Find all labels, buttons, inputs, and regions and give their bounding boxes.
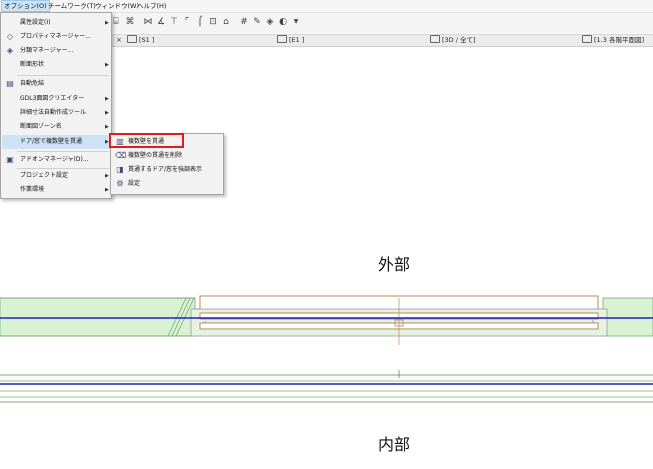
curve-tool-icon[interactable]: ⌠ <box>194 16 206 28</box>
menu-item-label: 貫通するドア/窓を強調表示 <box>128 166 203 173</box>
tab-3d[interactable]: [3D / 全て] <box>430 35 476 46</box>
menu-item-label: ドア/窓で複数壁を貫通 <box>20 138 83 145</box>
menu-item-gdl-creator[interactable]: GDL3面図クリエイター ▶ <box>2 92 110 106</box>
submenu-arrow-icon: ▶ <box>105 187 109 193</box>
angle-tool-icon[interactable]: ∡ <box>155 16 167 28</box>
toolbar: ⌸ ⌘ ⋈ ∡ ⊤ ⌜ ⌠ ⊡ ⌂ # ✎ ◈ ◐ ▼ <box>110 13 653 33</box>
box-tool-icon[interactable]: ⊡ <box>207 16 219 28</box>
settings-gear-icon: ⚙ <box>116 179 124 188</box>
hash-tool-icon[interactable]: # <box>238 16 250 28</box>
tab-label: [1.3 各階平面図] <box>594 36 644 44</box>
submenu-arrow-icon: ▶ <box>105 124 109 130</box>
section-icon <box>127 35 137 43</box>
lower-wall[interactable] <box>0 370 653 403</box>
floor-plan-icon <box>582 35 592 43</box>
elevation-icon <box>277 35 287 43</box>
corner-tool-icon[interactable]: ⌜ <box>181 16 193 28</box>
menu-item-label: GDL3面図クリエイター <box>20 95 85 102</box>
menu-item-project-settings[interactable]: プロジェクト設定 ▶ <box>2 169 110 183</box>
pen-tool-icon[interactable]: ✎ <box>251 16 263 28</box>
menu-teamwork[interactable]: チームワーク(T) <box>46 0 98 12</box>
menu-separator <box>17 75 109 76</box>
menu-item-label: 自動危結 <box>20 80 45 87</box>
auto-connect-icon: ▤ <box>6 79 14 88</box>
exterior-label: 外部 <box>378 255 411 274</box>
tab-s1[interactable]: [S1 ] <box>127 35 154 46</box>
tab-label: [S1 ] <box>139 36 155 44</box>
tab-floor-plan[interactable]: [1.3 各階平面図] <box>582 35 644 46</box>
submenu-arrow-icon: ▶ <box>105 110 109 116</box>
menu-item-label: アドオンマネージャ(D)... <box>20 156 89 163</box>
menu-item-attribute-settings[interactable]: 属性設定(I) ▶ <box>2 16 110 30</box>
menu-item-door-window-pierce[interactable]: ドア/窓で複数壁を貫通 ▶ <box>2 135 110 149</box>
menu-item-label: プロパティマネージャー... <box>20 33 91 40</box>
close-tab-icon[interactable]: × <box>116 35 122 46</box>
menu-item-label: 断面形状 <box>20 61 45 68</box>
menu-item-label: プロジェクト設定 <box>20 172 69 179</box>
menu-item-work-environment[interactable]: 作業環境 ▶ <box>2 183 110 197</box>
menu-item-section-zone-name[interactable]: 断面図ゾーン名 ▶ <box>2 120 110 134</box>
submenu-arrow-icon: ▶ <box>105 62 109 68</box>
menu-item-highlight-doors[interactable]: ◨ 貫通するドア/窓を強調表示 <box>112 163 222 177</box>
menu-item-remove-pierce[interactable]: ⌫ 複数壁の貫通を削除 <box>112 149 222 163</box>
menu-options[interactable]: オプション(O) <box>1 0 50 12</box>
submenu-arrow-icon: ▶ <box>105 96 109 102</box>
tag-icon: ◇ <box>6 32 14 41</box>
highlight-box <box>109 133 184 148</box>
tab-label: [E1 ] <box>289 36 305 44</box>
menu-item-label: 属性設定(I) <box>20 19 51 26</box>
highlight-icon: ◨ <box>116 165 124 174</box>
menu-item-auto-connect[interactable]: ▤ 自動危結 <box>2 77 110 91</box>
options-menu: 属性設定(I) ▶ ◇ プロパティマネージャー... ◈ 分類マネージャー...… <box>0 12 112 199</box>
menu-item-label: 作業環境 <box>20 186 45 193</box>
menu-item-auto-dimension-tool[interactable]: 詳細寸法自動作成ツール ▶ <box>2 106 110 120</box>
menu-separator <box>17 151 109 152</box>
render-tool-icon[interactable]: ◐ <box>277 16 289 28</box>
classification-icon: ◈ <box>6 46 14 55</box>
menu-item-settings[interactable]: ⚙ 設定 <box>112 177 222 191</box>
trim-tool-icon[interactable]: ⊤ <box>168 16 180 28</box>
shape-tool-icon[interactable]: ◈ <box>264 16 276 28</box>
addon-icon: ▣ <box>6 155 14 164</box>
menu-window[interactable]: ウィンドウ(W) <box>93 0 141 12</box>
menu-item-label: 設定 <box>128 180 141 187</box>
tab-e1[interactable]: [E1 ] <box>277 35 304 46</box>
submenu-arrow-icon: ▶ <box>105 20 109 26</box>
3d-view-icon <box>430 35 440 43</box>
cross-tool-icon[interactable]: ⌘ <box>124 16 136 28</box>
menu-help[interactable]: ヘルプ(H) <box>135 0 168 12</box>
menu-item-label: 分類マネージャー... <box>20 47 74 54</box>
tab-label: [3D / 全て] <box>442 36 476 44</box>
menu-item-label: 詳細寸法自動作成ツール <box>20 109 87 116</box>
submenu-arrow-icon: ▶ <box>105 173 109 179</box>
menu-item-addon-manager[interactable]: ▣ アドオンマネージャ(D)... <box>2 153 110 167</box>
chevron-down-icon[interactable]: ▼ <box>290 16 302 28</box>
menu-item-classification-manager[interactable]: ◈ 分類マネージャー... <box>2 44 110 58</box>
remove-pierce-icon: ⌫ <box>115 151 127 160</box>
house-tool-icon[interactable]: ⌂ <box>220 16 232 28</box>
menu-item-label: 断面図ゾーン名 <box>20 123 62 130</box>
menu-item-profile-shape[interactable]: 断面形状 ▶ <box>2 58 110 72</box>
interior-label: 内部 <box>378 435 411 454</box>
menu-item-property-manager[interactable]: ◇ プロパティマネージャー... <box>2 30 110 44</box>
bowtie-tool-icon[interactable]: ⋈ <box>142 16 154 28</box>
menu-item-label: 複数壁の貫通を削除 <box>128 152 183 159</box>
